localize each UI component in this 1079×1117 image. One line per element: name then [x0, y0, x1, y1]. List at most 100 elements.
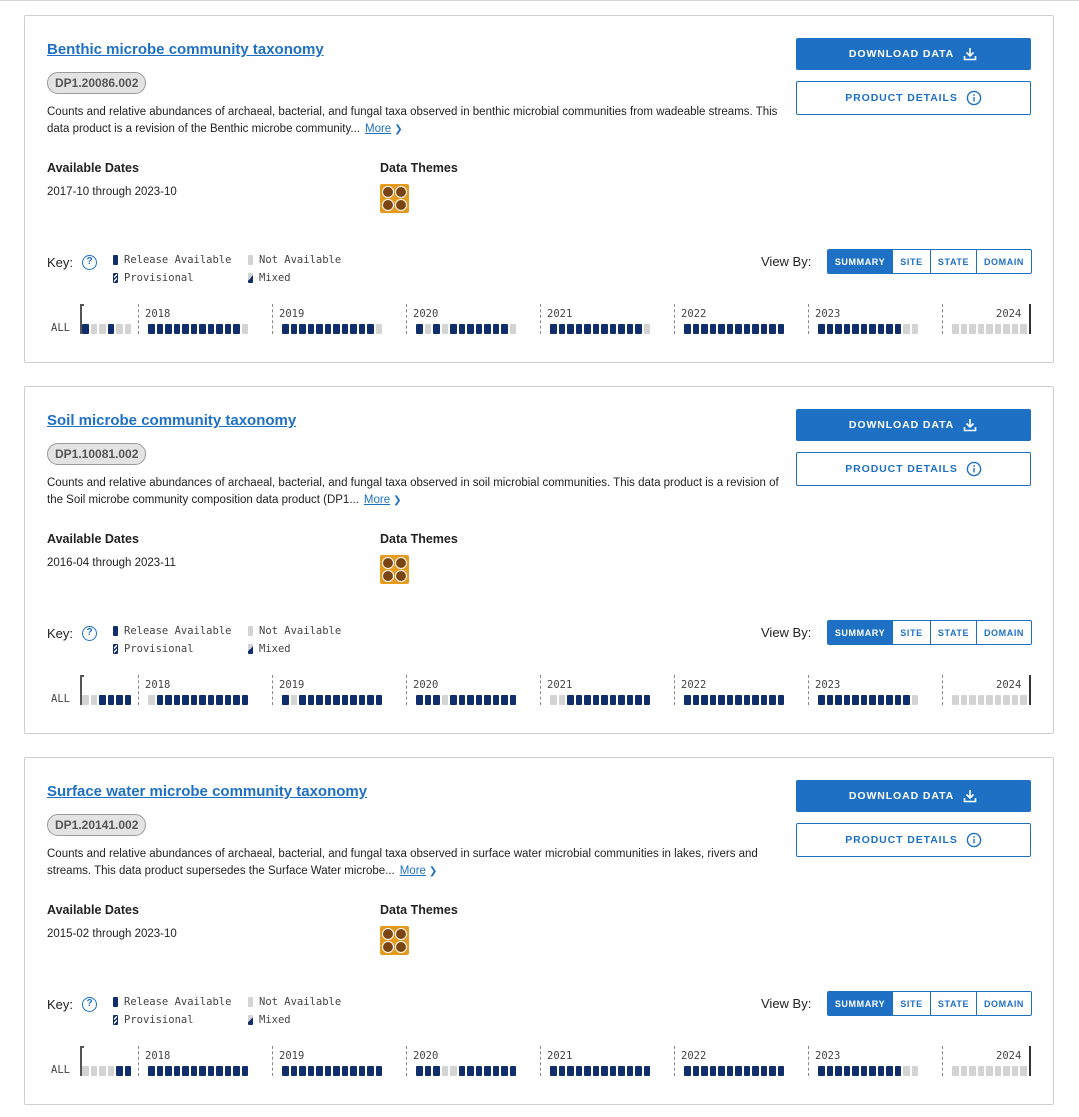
help-icon[interactable]: ?	[82, 255, 97, 270]
month-release-cell[interactable]	[484, 1066, 491, 1076]
month-release-cell[interactable]	[207, 1066, 214, 1076]
month-release-cell[interactable]	[626, 324, 633, 334]
month-release-cell[interactable]	[224, 1066, 231, 1076]
month-not-available-cell[interactable]	[911, 324, 918, 334]
month-release-cell[interactable]	[718, 324, 725, 334]
month-not-available-cell[interactable]	[960, 324, 967, 334]
availability-timeline[interactable]: ALL 2018 2019 2020 2021 2022 2023 2024	[49, 302, 1034, 342]
month-release-cell[interactable]	[307, 1066, 314, 1076]
month-release-cell[interactable]	[99, 695, 106, 705]
month-release-cell[interactable]	[241, 1066, 248, 1076]
month-not-available-cell[interactable]	[441, 695, 448, 705]
month-not-available-cell[interactable]	[99, 1066, 106, 1076]
month-release-cell[interactable]	[718, 1066, 725, 1076]
month-release-cell[interactable]	[324, 695, 331, 705]
download-data-button[interactable]: DOWNLOAD DATA	[796, 38, 1031, 70]
month-release-cell[interactable]	[282, 324, 289, 334]
month-not-available-cell[interactable]	[558, 695, 565, 705]
view-domain-button[interactable]: DOMAIN	[976, 992, 1031, 1015]
month-not-available-cell[interactable]	[441, 1066, 448, 1076]
month-release-cell[interactable]	[484, 695, 491, 705]
month-release-cell[interactable]	[826, 695, 833, 705]
more-link[interactable]: More	[365, 123, 391, 135]
month-release-cell[interactable]	[433, 1066, 440, 1076]
month-release-cell[interactable]	[467, 695, 474, 705]
month-release-cell[interactable]	[826, 324, 833, 334]
month-release-cell[interactable]	[216, 1066, 223, 1076]
month-release-cell[interactable]	[124, 1066, 131, 1076]
month-release-cell[interactable]	[726, 695, 733, 705]
month-release-cell[interactable]	[350, 1066, 357, 1076]
month-release-cell[interactable]	[903, 695, 910, 705]
view-summary-button[interactable]: SUMMARY	[828, 992, 892, 1015]
month-release-cell[interactable]	[643, 695, 650, 705]
month-release-cell[interactable]	[877, 1066, 884, 1076]
month-release-cell[interactable]	[148, 324, 155, 334]
month-release-cell[interactable]	[869, 695, 876, 705]
month-release-cell[interactable]	[743, 695, 750, 705]
month-release-cell[interactable]	[684, 324, 691, 334]
month-release-cell[interactable]	[752, 1066, 759, 1076]
month-not-available-cell[interactable]	[969, 324, 976, 334]
month-release-cell[interactable]	[567, 324, 574, 334]
month-release-cell[interactable]	[182, 324, 189, 334]
month-release-cell[interactable]	[182, 1066, 189, 1076]
month-release-cell[interactable]	[299, 324, 306, 334]
month-release-cell[interactable]	[416, 695, 423, 705]
view-site-button[interactable]: SITE	[892, 250, 930, 273]
month-release-cell[interactable]	[424, 1066, 431, 1076]
month-not-available-cell[interactable]	[550, 695, 557, 705]
month-release-cell[interactable]	[492, 695, 499, 705]
month-release-cell[interactable]	[107, 695, 114, 705]
month-not-available-cell[interactable]	[241, 324, 248, 334]
month-not-available-cell[interactable]	[1020, 695, 1027, 705]
month-release-cell[interactable]	[224, 324, 231, 334]
month-release-cell[interactable]	[450, 695, 457, 705]
month-not-available-cell[interactable]	[1003, 1066, 1010, 1076]
month-release-cell[interactable]	[367, 695, 374, 705]
month-release-cell[interactable]	[709, 324, 716, 334]
month-not-available-cell[interactable]	[1003, 695, 1010, 705]
month-release-cell[interactable]	[584, 695, 591, 705]
month-not-available-cell[interactable]	[969, 1066, 976, 1076]
month-release-cell[interactable]	[575, 324, 582, 334]
month-release-cell[interactable]	[509, 695, 516, 705]
month-release-cell[interactable]	[341, 324, 348, 334]
month-release-cell[interactable]	[701, 1066, 708, 1076]
month-release-cell[interactable]	[501, 1066, 508, 1076]
month-not-available-cell[interactable]	[977, 695, 984, 705]
month-not-available-cell[interactable]	[90, 695, 97, 705]
month-release-cell[interactable]	[692, 1066, 699, 1076]
month-release-cell[interactable]	[173, 1066, 180, 1076]
month-release-cell[interactable]	[852, 324, 859, 334]
month-release-cell[interactable]	[626, 1066, 633, 1076]
month-not-available-cell[interactable]	[148, 695, 155, 705]
month-release-cell[interactable]	[333, 324, 340, 334]
month-release-cell[interactable]	[475, 1066, 482, 1076]
month-release-cell[interactable]	[843, 695, 850, 705]
month-release-cell[interactable]	[190, 1066, 197, 1076]
month-release-cell[interactable]	[341, 695, 348, 705]
month-release-cell[interactable]	[735, 695, 742, 705]
month-release-cell[interactable]	[173, 695, 180, 705]
month-not-available-cell[interactable]	[116, 324, 123, 334]
month-release-cell[interactable]	[165, 324, 172, 334]
month-release-cell[interactable]	[575, 695, 582, 705]
download-data-button[interactable]: DOWNLOAD DATA	[796, 409, 1031, 441]
month-release-cell[interactable]	[886, 1066, 893, 1076]
month-release-cell[interactable]	[567, 695, 574, 705]
product-title-link[interactable]: Benthic microbe community taxonomy	[47, 41, 324, 58]
month-release-cell[interactable]	[82, 324, 89, 334]
month-release-cell[interactable]	[450, 324, 457, 334]
month-release-cell[interactable]	[199, 695, 206, 705]
month-release-cell[interactable]	[584, 1066, 591, 1076]
month-release-cell[interactable]	[316, 1066, 323, 1076]
month-release-cell[interactable]	[777, 324, 784, 334]
month-release-cell[interactable]	[626, 695, 633, 705]
availability-timeline[interactable]: ALL 2018 2019 2020 2021 2022 2023 2024	[49, 673, 1034, 713]
month-release-cell[interactable]	[290, 1066, 297, 1076]
month-release-cell[interactable]	[173, 324, 180, 334]
month-not-available-cell[interactable]	[290, 695, 297, 705]
month-not-available-cell[interactable]	[986, 1066, 993, 1076]
month-release-cell[interactable]	[592, 1066, 599, 1076]
